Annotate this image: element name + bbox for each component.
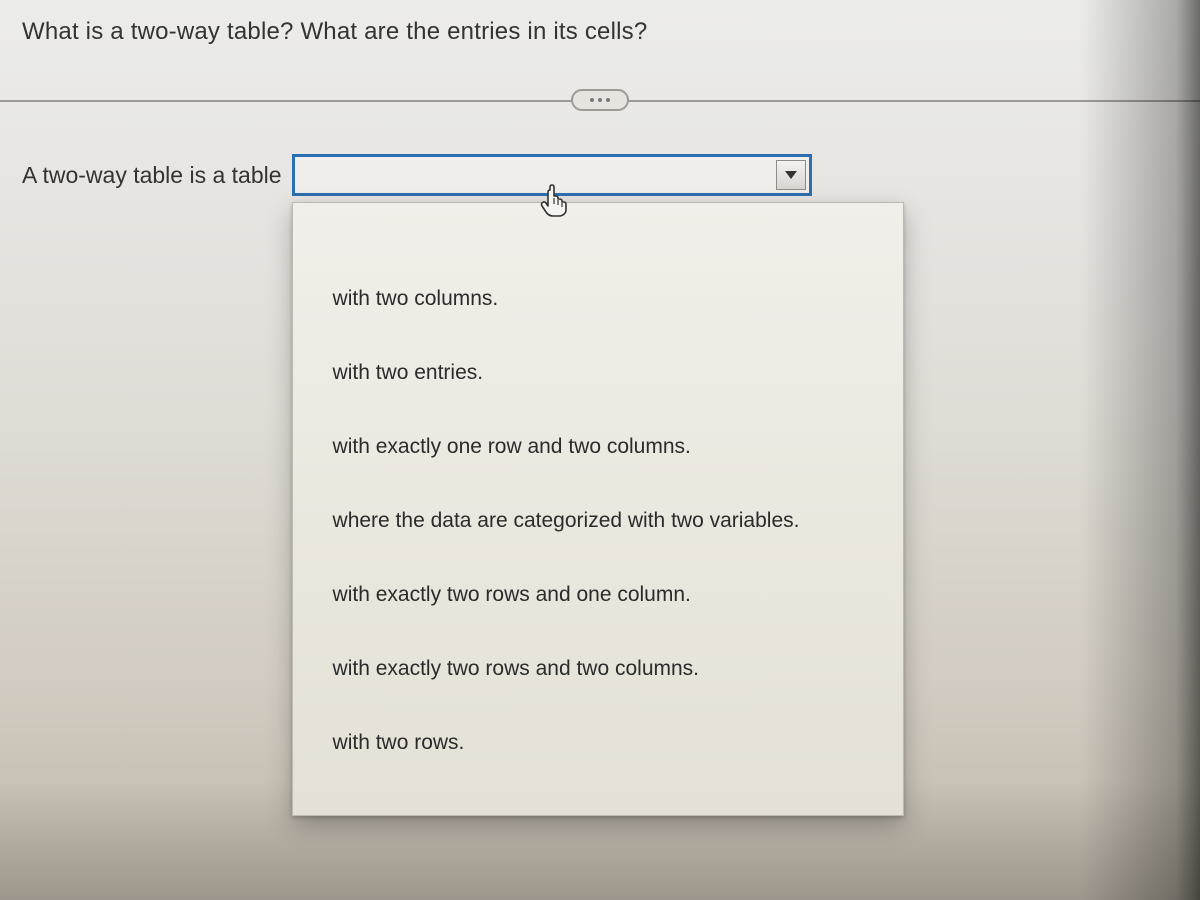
more-icon <box>606 98 610 102</box>
more-button[interactable] <box>571 89 629 111</box>
dropdown-option[interactable]: with exactly two rows and one column. <box>327 573 869 617</box>
dropdown-option[interactable]: with exactly two rows and two columns. <box>327 647 869 691</box>
dropdown-panel: with two columns. with two entries. with… <box>292 202 904 816</box>
section-divider <box>22 90 1178 110</box>
more-icon <box>590 98 594 102</box>
dropdown-option[interactable]: with two rows. <box>327 721 869 765</box>
dropdown-toggle-button[interactable] <box>776 160 806 190</box>
more-icon <box>598 98 602 102</box>
answer-prompt: A two-way table is a table <box>22 162 282 189</box>
chevron-down-icon <box>784 170 798 180</box>
dropdown-option[interactable]: where the data are categorized with two … <box>327 499 869 543</box>
dropdown-option[interactable]: with exactly one row and two columns. <box>327 425 869 469</box>
dropdown-option[interactable]: with two columns. <box>327 277 869 321</box>
question-text: What is a two-way table? What are the en… <box>22 18 1178 46</box>
dropdown-option[interactable]: with two entries. <box>327 351 869 395</box>
answer-dropdown[interactable] <box>292 154 812 196</box>
